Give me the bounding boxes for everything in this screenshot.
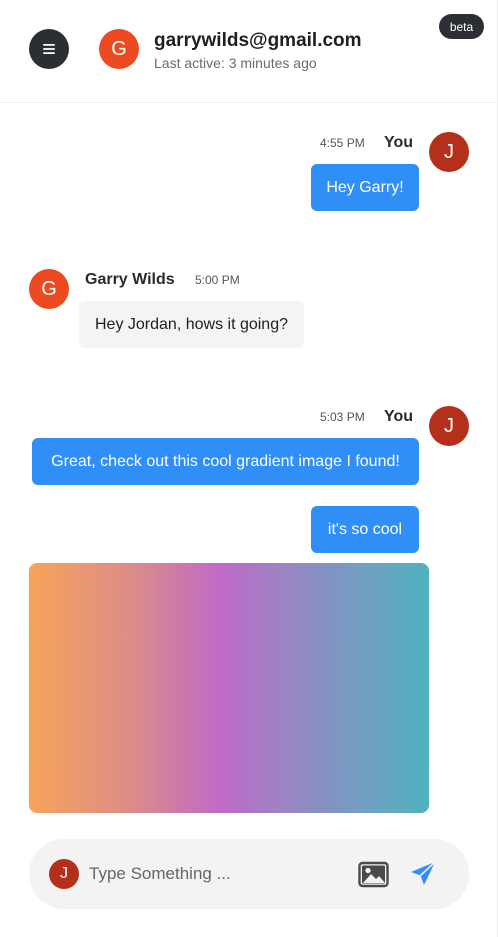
chat-header: G garrywilds@gmail.com Last active: 3 mi… xyxy=(0,0,498,103)
contact-message-avatar[interactable]: G xyxy=(29,269,69,309)
message-time: 5:03 PM xyxy=(320,410,365,424)
message-time: 4:55 PM xyxy=(320,136,365,150)
contact-avatar[interactable]: G xyxy=(99,29,139,69)
message-sender: You xyxy=(384,134,414,151)
message-composer: J xyxy=(29,839,469,909)
send-button[interactable] xyxy=(409,860,437,888)
message-time: 5:00 PM xyxy=(195,273,240,287)
gradient-image-attachment[interactable] xyxy=(29,563,429,813)
message-sender: Garry Wilds xyxy=(85,271,175,288)
message-bubble-outgoing: Great, check out this cool gradient imag… xyxy=(32,438,419,485)
message-bubble-outgoing: Hey Garry! xyxy=(311,164,419,211)
user-avatar[interactable]: J xyxy=(429,406,469,446)
menu-icon xyxy=(43,44,55,54)
chat-window: G garrywilds@gmail.com Last active: 3 mi… xyxy=(0,0,498,937)
attach-image-button[interactable] xyxy=(358,859,390,889)
message-bubble-outgoing: it's so cool xyxy=(311,506,419,553)
composer-avatar: J xyxy=(49,859,79,889)
image-icon xyxy=(358,861,389,888)
beta-badge: beta xyxy=(439,14,484,39)
send-icon xyxy=(411,861,436,885)
message-bubble-incoming: Hey Jordan, hows it going? xyxy=(79,301,304,348)
menu-button[interactable] xyxy=(29,29,69,69)
message-sender: You xyxy=(384,408,414,425)
last-active-status: Last active: 3 minutes ago xyxy=(154,55,317,71)
user-avatar[interactable]: J xyxy=(429,132,469,172)
contact-email: garrywilds@gmail.com xyxy=(154,30,362,51)
message-input[interactable] xyxy=(89,859,339,889)
